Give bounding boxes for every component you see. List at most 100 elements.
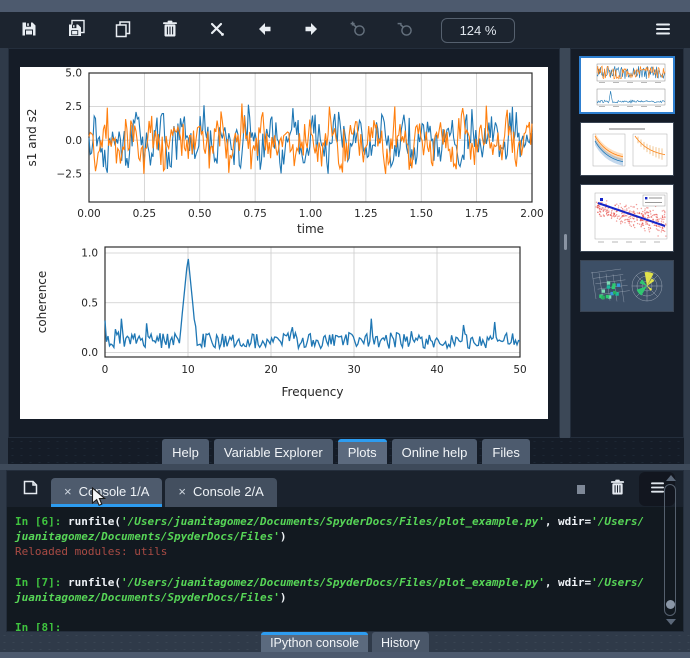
stop-icon xyxy=(577,484,585,494)
window-bottom-strip xyxy=(0,652,690,658)
signals-subplot: 0.00 0.25 0.50 0.75 1.00 1.25 1.50 1.75 2.00 5.0 2… xyxy=(25,68,544,236)
copy-plot-button[interactable] xyxy=(108,16,138,44)
svg-text:−2.5: −2.5 xyxy=(57,168,83,180)
console-text-segment: '/Users/juanitagomez/Documents/SpyderDoc… xyxy=(120,575,545,589)
console-line: juanitagomez/Documents/SpyderDocs/Files'… xyxy=(15,529,657,544)
remove-plot-button[interactable] xyxy=(155,16,185,44)
console-tab-label: Console 2/A xyxy=(193,483,264,499)
tab-help[interactable]: Help xyxy=(162,439,209,464)
svg-text:0.00: 0.00 xyxy=(77,208,100,220)
pane-tabbar: Help Variable Explorer Plots Online help… xyxy=(8,438,684,464)
svg-text:0.0: 0.0 xyxy=(65,135,82,147)
save-all-plots-button[interactable] xyxy=(61,16,91,44)
tab-online-help[interactable]: Online help xyxy=(391,439,478,464)
close-tab-icon[interactable]: × xyxy=(64,485,72,498)
console-text-segment: ) xyxy=(279,530,287,544)
svg-text:0.0: 0.0 xyxy=(81,347,98,359)
svg-text:50: 50 xyxy=(513,364,526,376)
scrollbar-track[interactable] xyxy=(664,484,676,616)
console-line: Reloaded modules: utils xyxy=(15,544,657,559)
tab-plots[interactable]: Plots xyxy=(337,439,387,464)
save-all-plots-icon xyxy=(67,19,86,41)
tab-files[interactable]: Files xyxy=(482,439,530,464)
plot-thumbnail-2[interactable] xyxy=(580,122,674,176)
zoom-in-icon xyxy=(349,20,367,41)
plot-viewer-panel: 0.00 0.25 0.50 0.75 1.00 1.25 1.50 1.75 2.00 5.0 2… xyxy=(8,48,560,438)
tab-ipython-console[interactable]: IPython console xyxy=(261,632,369,652)
console-line: juanitagomez/Documents/SpyderDocs/Files'… xyxy=(15,590,657,605)
svg-text:coherence: coherence xyxy=(35,271,49,334)
hamburger-menu-icon xyxy=(655,22,671,39)
arrow-left-icon xyxy=(256,21,273,40)
close-all-plots-button[interactable] xyxy=(202,16,232,44)
console-text-segment: runfile( xyxy=(67,515,121,528)
svg-text:Frequency: Frequency xyxy=(282,385,344,399)
console-text-segment: juanitagomez/Documents/SpyderDocs/Files' xyxy=(15,591,280,605)
arrow-right-icon xyxy=(303,21,320,40)
svg-text:30: 30 xyxy=(347,364,360,376)
close-all-icon xyxy=(209,21,225,40)
console-text-segment: '/Users/ xyxy=(591,515,645,528)
previous-plot-button[interactable] xyxy=(249,16,279,44)
new-console-button[interactable] xyxy=(17,476,43,502)
svg-text:1.0: 1.0 xyxy=(81,248,98,260)
next-plot-button[interactable] xyxy=(296,16,326,44)
plots-options-menu-button[interactable] xyxy=(648,16,678,44)
svg-text:0.5: 0.5 xyxy=(81,297,98,309)
zoom-in-button[interactable] xyxy=(343,16,373,44)
vertical-splitter[interactable] xyxy=(560,48,570,438)
plots-main-row: 0.00 0.25 0.50 0.75 1.00 1.25 1.50 1.75 2.00 5.0 2… xyxy=(0,48,690,438)
trash-icon xyxy=(610,479,625,499)
svg-text:1.75: 1.75 xyxy=(465,208,488,220)
svg-text:20: 20 xyxy=(264,364,277,376)
thumbnail-sidebar xyxy=(570,48,684,438)
console-text-segment: In [8]: xyxy=(15,621,68,631)
svg-text:time: time xyxy=(297,222,324,236)
svg-text:40: 40 xyxy=(430,364,443,376)
remove-variables-button[interactable] xyxy=(605,477,629,501)
zoom-out-icon xyxy=(396,20,414,41)
trash-icon xyxy=(162,20,178,41)
console-text-segment: , wdir= xyxy=(544,515,592,528)
spyder-window: 124 % 0.00 0.25 0.50 0.75 1.00 1.25 1.50 1.75 2.… xyxy=(0,0,690,658)
save-plot-button[interactable] xyxy=(14,16,44,44)
svg-text:0.25: 0.25 xyxy=(133,208,156,220)
interrupt-kernel-button[interactable] xyxy=(571,479,591,499)
console-tabbar: × Console 1/A × Console 2/A xyxy=(7,471,683,507)
zoom-out-button[interactable] xyxy=(390,16,420,44)
zoom-level-display[interactable]: 124 % xyxy=(441,17,515,43)
bottom-tabbar: IPython console History xyxy=(0,632,690,652)
close-tab-icon[interactable]: × xyxy=(178,485,186,498)
console-text-segment: runfile( xyxy=(67,575,121,589)
save-plot-icon xyxy=(20,20,38,41)
console-output: In [6]: runfile('/Users/juanitagomez/Doc… xyxy=(7,507,683,631)
console-text-segment: '/Users/ xyxy=(591,575,645,589)
console-text-segment: ) xyxy=(279,591,287,605)
console-text-segment: In [6]: xyxy=(15,515,68,528)
new-console-icon xyxy=(22,479,39,499)
console-text-segment: '/Users/juanitagomez/Documents/SpyderDoc… xyxy=(120,515,545,528)
plot-thumbnail-1[interactable] xyxy=(579,56,675,114)
console-tab-2[interactable]: × Console 2/A xyxy=(165,478,277,507)
plot-thumbnail-4[interactable] xyxy=(580,260,674,312)
svg-text:0: 0 xyxy=(102,364,109,376)
plots-toolbar: 124 % xyxy=(0,12,690,48)
console-line: In [8]: xyxy=(15,620,657,631)
svg-text:0.75: 0.75 xyxy=(243,208,266,220)
svg-text:2.00: 2.00 xyxy=(520,208,543,220)
plot-thumbnail-3[interactable] xyxy=(580,184,674,252)
console-scrollbar[interactable] xyxy=(663,475,678,625)
svg-text:2.5: 2.5 xyxy=(65,101,82,113)
scrollbar-thumb[interactable] xyxy=(665,600,675,609)
svg-text:1.00: 1.00 xyxy=(299,208,322,220)
console-tab-label: Console 1/A xyxy=(78,483,150,499)
console-text-segment: juanitagomez/Documents/SpyderDocs/Files' xyxy=(15,530,280,544)
console-tab-1[interactable]: × Console 1/A xyxy=(51,478,163,507)
scroll-up-arrow-icon[interactable] xyxy=(666,475,676,481)
scroll-down-arrow-icon[interactable] xyxy=(666,619,676,625)
console-line: In [7]: runfile('/Users/juanitagomez/Doc… xyxy=(15,575,657,590)
svg-text:s1 and s2: s1 and s2 xyxy=(25,109,39,167)
tab-history[interactable]: History xyxy=(372,632,429,652)
tab-variable-explorer[interactable]: Variable Explorer xyxy=(213,439,333,464)
